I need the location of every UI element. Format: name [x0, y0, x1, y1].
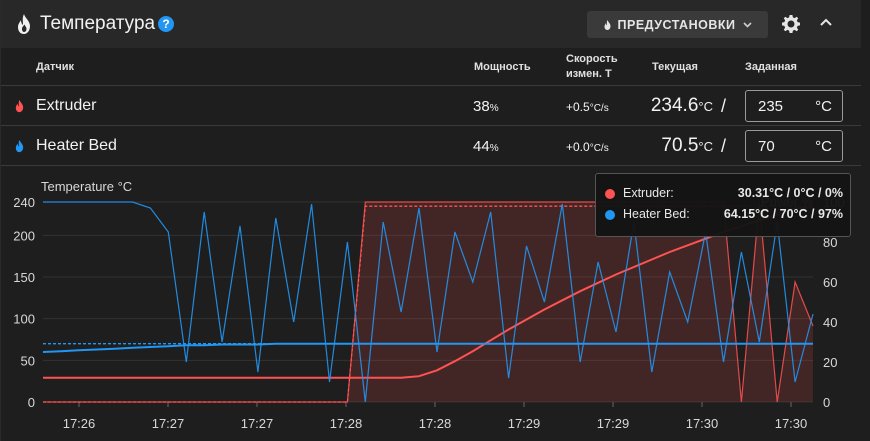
x-tick-label: 17:29 — [597, 416, 630, 431]
rate-value: +0.0 — [566, 140, 590, 154]
current-unit: °C — [698, 139, 713, 154]
card-header: Температура ? ПРЕДУСТАНОВКИ — [1, 0, 861, 48]
target-temperature-input[interactable]: 70 °C — [745, 130, 843, 162]
target-unit: °C — [815, 98, 832, 115]
col-rate-line2: измен. Т — [566, 68, 612, 80]
target-unit: °C — [815, 138, 832, 155]
sensor-name: Heater Bed — [36, 137, 117, 154]
col-rate: Скорость измен. Т — [566, 52, 618, 82]
table-header: Датчик Мощность Скорость измен. Т Текуща… — [1, 48, 861, 86]
x-tick-label: 17:27 — [152, 416, 185, 431]
page-title: Температура — [40, 13, 156, 34]
power-unit: % — [489, 143, 499, 154]
sensor-current: 234.6°C — [601, 95, 713, 117]
help-icon[interactable]: ? — [158, 16, 174, 32]
power-unit: % — [489, 103, 499, 114]
x-tick-label: 17:30 — [775, 416, 808, 431]
current-unit: °C — [698, 99, 713, 114]
fire-icon — [604, 19, 610, 30]
col-sensor: Датчик — [36, 61, 74, 73]
current-value: 70.5 — [661, 135, 699, 156]
heater-bed-dot-icon — [605, 210, 615, 220]
sensor-power: 44% — [473, 138, 499, 155]
current-value: 234.6 — [650, 95, 699, 116]
tooltip-extruder-value: 30.31°C / 0°C / 0% — [737, 186, 843, 200]
y2-tick-label: 20 — [823, 355, 837, 370]
y2-tick-label: 0 — [823, 395, 830, 410]
extruder-dot-icon — [605, 189, 615, 199]
chart-tooltip: Extruder: 30.31°C / 0°C / 0% Heater Bed:… — [595, 173, 851, 237]
y2-tick-label: 60 — [823, 275, 837, 290]
x-tick-label: 17:30 — [686, 416, 719, 431]
target-value: 70 — [758, 138, 775, 155]
presets-label: ПРЕДУСТАНОВКИ — [617, 17, 736, 32]
y-tick-label: 200 — [13, 228, 35, 243]
sensor-row-heater-bed: Heater Bed 44% +0.0°C/s 70.5°C / 70 °C — [1, 126, 861, 166]
sensor-current: 70.5°C — [601, 135, 713, 157]
col-current: Текущая — [652, 61, 698, 73]
y-tick-label: 240 — [13, 195, 35, 210]
y-tick-label: 150 — [13, 270, 35, 285]
rate-value: +0.5 — [566, 100, 590, 114]
power-value: 44 — [473, 138, 490, 155]
y2-tick-label: 80 — [823, 235, 837, 250]
x-tick-label: 17:29 — [508, 416, 541, 431]
gear-icon[interactable] — [781, 14, 801, 34]
separator: / — [721, 136, 727, 156]
x-tick-label: 17:28 — [419, 416, 452, 431]
chevron-down-icon — [743, 21, 753, 28]
temperature-card: Температура ? ПРЕДУСТАНОВКИ Датчик Мощно… — [0, 0, 870, 441]
sensor-row-extruder: Extruder 38% +0.5°C/s 234.6°C / 235 °C — [1, 86, 861, 126]
power-value: 38 — [473, 98, 490, 115]
target-temperature-input[interactable]: 235 °C — [745, 90, 843, 122]
y-tick-label: 50 — [21, 353, 35, 368]
tooltip-bed-label: Heater Bed: — [623, 207, 690, 221]
sensor-name: Extruder — [36, 97, 97, 114]
tooltip-bed-value: 64.15°C / 70°C / 97% — [723, 207, 843, 221]
fire-icon — [15, 139, 24, 153]
col-power: Мощность — [474, 61, 531, 73]
y-tick-label: 100 — [13, 312, 35, 327]
y2-tick-label: 40 — [823, 315, 837, 330]
y-tick-label: 0 — [28, 395, 35, 410]
x-tick-label: 17:26 — [63, 416, 96, 431]
col-target: Заданная — [745, 61, 797, 73]
fire-icon — [18, 14, 30, 34]
fire-icon — [15, 99, 24, 113]
sensor-power: 38% — [473, 98, 499, 115]
y-axis-label: Temperature °C — [41, 179, 132, 194]
tooltip-heater-bed: Heater Bed: 64.15°C / 70°C / 97% — [605, 206, 843, 224]
tooltip-extruder: Extruder: 30.31°C / 0°C / 0% — [605, 185, 843, 203]
tooltip-extruder-label: Extruder: — [623, 186, 674, 200]
x-tick-label: 17:28 — [330, 416, 363, 431]
x-tick-label: 17:27 — [241, 416, 274, 431]
presets-button[interactable]: ПРЕДУСТАНОВКИ — [587, 11, 768, 38]
target-value: 235 — [758, 98, 784, 115]
chevron-up-icon[interactable] — [817, 14, 835, 32]
separator: / — [721, 96, 727, 116]
col-rate-line1: Скорость — [566, 53, 618, 65]
